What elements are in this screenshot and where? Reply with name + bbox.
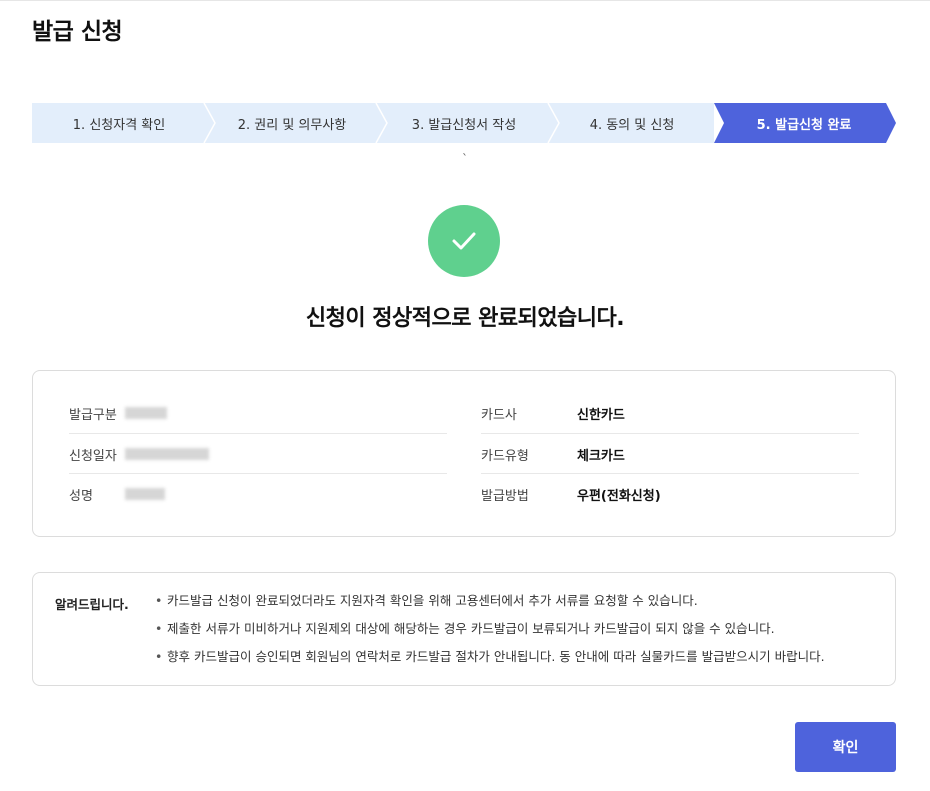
step-3: 3. 발급신청서 작성 bbox=[378, 103, 550, 143]
step-divider-icon bbox=[547, 103, 561, 143]
confirm-button[interactable]: 확인 bbox=[795, 722, 896, 772]
notice-item: 카드발급 신청이 완료되었더라도 지원자격 확인을 위해 고용센터에서 추가 서… bbox=[153, 591, 825, 619]
step-label: 2. 권리 및 의무사항 bbox=[237, 117, 347, 133]
field-value: 신한카드 bbox=[577, 407, 625, 423]
redacted-value bbox=[125, 488, 165, 500]
summary-row-name: 성명 bbox=[69, 474, 447, 514]
notice-title: 알려드립니다. bbox=[55, 597, 129, 612]
field-label: 카드사 bbox=[481, 407, 517, 423]
summary-row-issue-type: 발급구분 bbox=[69, 393, 447, 433]
field-value: 체크카드 bbox=[577, 448, 625, 464]
summary-row-apply-date: 신청일자 bbox=[69, 434, 447, 474]
summary-row-card-type: 카드유형 체크카드 bbox=[481, 434, 859, 474]
field-label: 카드유형 bbox=[481, 448, 529, 464]
step-label: 4. 동의 및 신청 bbox=[589, 117, 675, 133]
step-divider-icon bbox=[375, 103, 389, 143]
application-summary: 발급구분 신청일자 성명 카드사 신한카드 카드유형 체크카드 발급방법 우편(… bbox=[32, 370, 896, 537]
field-label: 발급방법 bbox=[481, 488, 529, 504]
field-label: 발급구분 bbox=[69, 407, 117, 423]
redacted-value bbox=[125, 448, 209, 460]
redacted-value bbox=[125, 407, 167, 419]
notice-item: 향후 카드발급이 승인되면 회원님의 연락처로 카드발급 절차가 안내됩니다. … bbox=[153, 647, 825, 675]
progress-steps: 1. 신청자격 확인 2. 권리 및 의무사항 3. 발급신청서 작성 4. 동… bbox=[32, 103, 896, 143]
step-divider-icon bbox=[203, 103, 217, 143]
step-1: 1. 신청자격 확인 bbox=[32, 103, 206, 143]
field-label: 신청일자 bbox=[69, 448, 117, 464]
summary-row-card-company: 카드사 신한카드 bbox=[481, 393, 859, 433]
notice-box: 알려드립니다. 카드발급 신청이 완료되었더라도 지원자격 확인을 위해 고용센… bbox=[32, 572, 896, 686]
notice-item: 제출한 서류가 미비하거나 지원제외 대상에 해당하는 경우 카드발급이 보류되… bbox=[153, 619, 825, 647]
step-5-active: 5. 발급신청 완료 bbox=[724, 103, 884, 143]
field-label: 성명 bbox=[69, 488, 93, 504]
completion-message: 신청이 정상적으로 완료되었습니다. bbox=[305, 306, 625, 331]
page-title: 발급 신청 bbox=[32, 19, 123, 45]
step-label: 3. 발급신청서 작성 bbox=[411, 117, 517, 133]
summary-row-issue-method: 발급방법 우편(전화신청) bbox=[481, 474, 859, 514]
step-label: 5. 발급신청 완료 bbox=[756, 117, 852, 133]
check-icon bbox=[452, 232, 476, 250]
field-value: 우편(전화신청) bbox=[577, 488, 661, 504]
step-label: 1. 신청자격 확인 bbox=[72, 117, 166, 133]
stray-mark: ` bbox=[462, 152, 468, 166]
step-2: 2. 권리 및 의무사항 bbox=[206, 103, 378, 143]
top-divider bbox=[0, 0, 930, 1]
step-4: 4. 동의 및 신청 bbox=[550, 103, 714, 143]
notice-list: 카드발급 신청이 완료되었더라도 지원자격 확인을 위해 고용센터에서 추가 서… bbox=[153, 591, 825, 675]
success-badge bbox=[428, 205, 500, 277]
